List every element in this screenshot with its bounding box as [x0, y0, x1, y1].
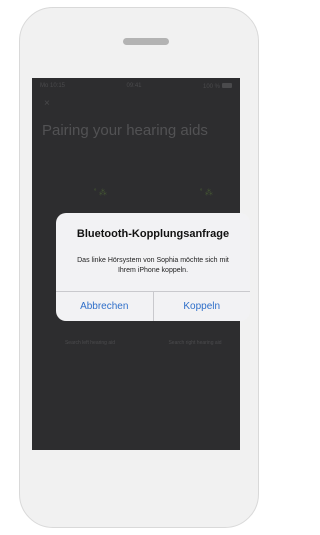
right-aid-caption: Search right hearing aid	[168, 340, 222, 346]
pair-button[interactable]: Koppeln	[152, 292, 251, 321]
alert-message: Das linke Hörsystem von Sophia möchte si…	[77, 257, 229, 274]
left-hearing-aid-icon: ˚ ⁂	[94, 188, 107, 197]
battery-icon	[222, 82, 232, 88]
page-title: Pairing your hearing aids	[42, 122, 208, 139]
right-hearing-aid-icon: ˚ ⁂	[200, 188, 213, 197]
status-battery: 100 %	[202, 82, 232, 90]
status-bar: Mo 10:15 09:41 100 %	[32, 78, 240, 94]
battery-label: 100 %	[202, 83, 220, 90]
status-carrier: Mo 10:15	[40, 83, 66, 89]
bluetooth-pairing-alert: Bluetooth-Kopplungsanfrage Das linke Hör…	[56, 213, 250, 321]
close-icon[interactable]: ×	[44, 98, 50, 109]
alert-button-row: Abbrechen Koppeln	[56, 291, 250, 321]
alert-title: Bluetooth-Kopplungsanfrage	[76, 228, 230, 240]
cancel-button[interactable]: Abbrechen	[56, 292, 153, 321]
phone-speaker	[123, 38, 169, 45]
left-aid-caption: Search left hearing aid	[64, 340, 116, 346]
status-time: 09:41	[126, 83, 142, 89]
